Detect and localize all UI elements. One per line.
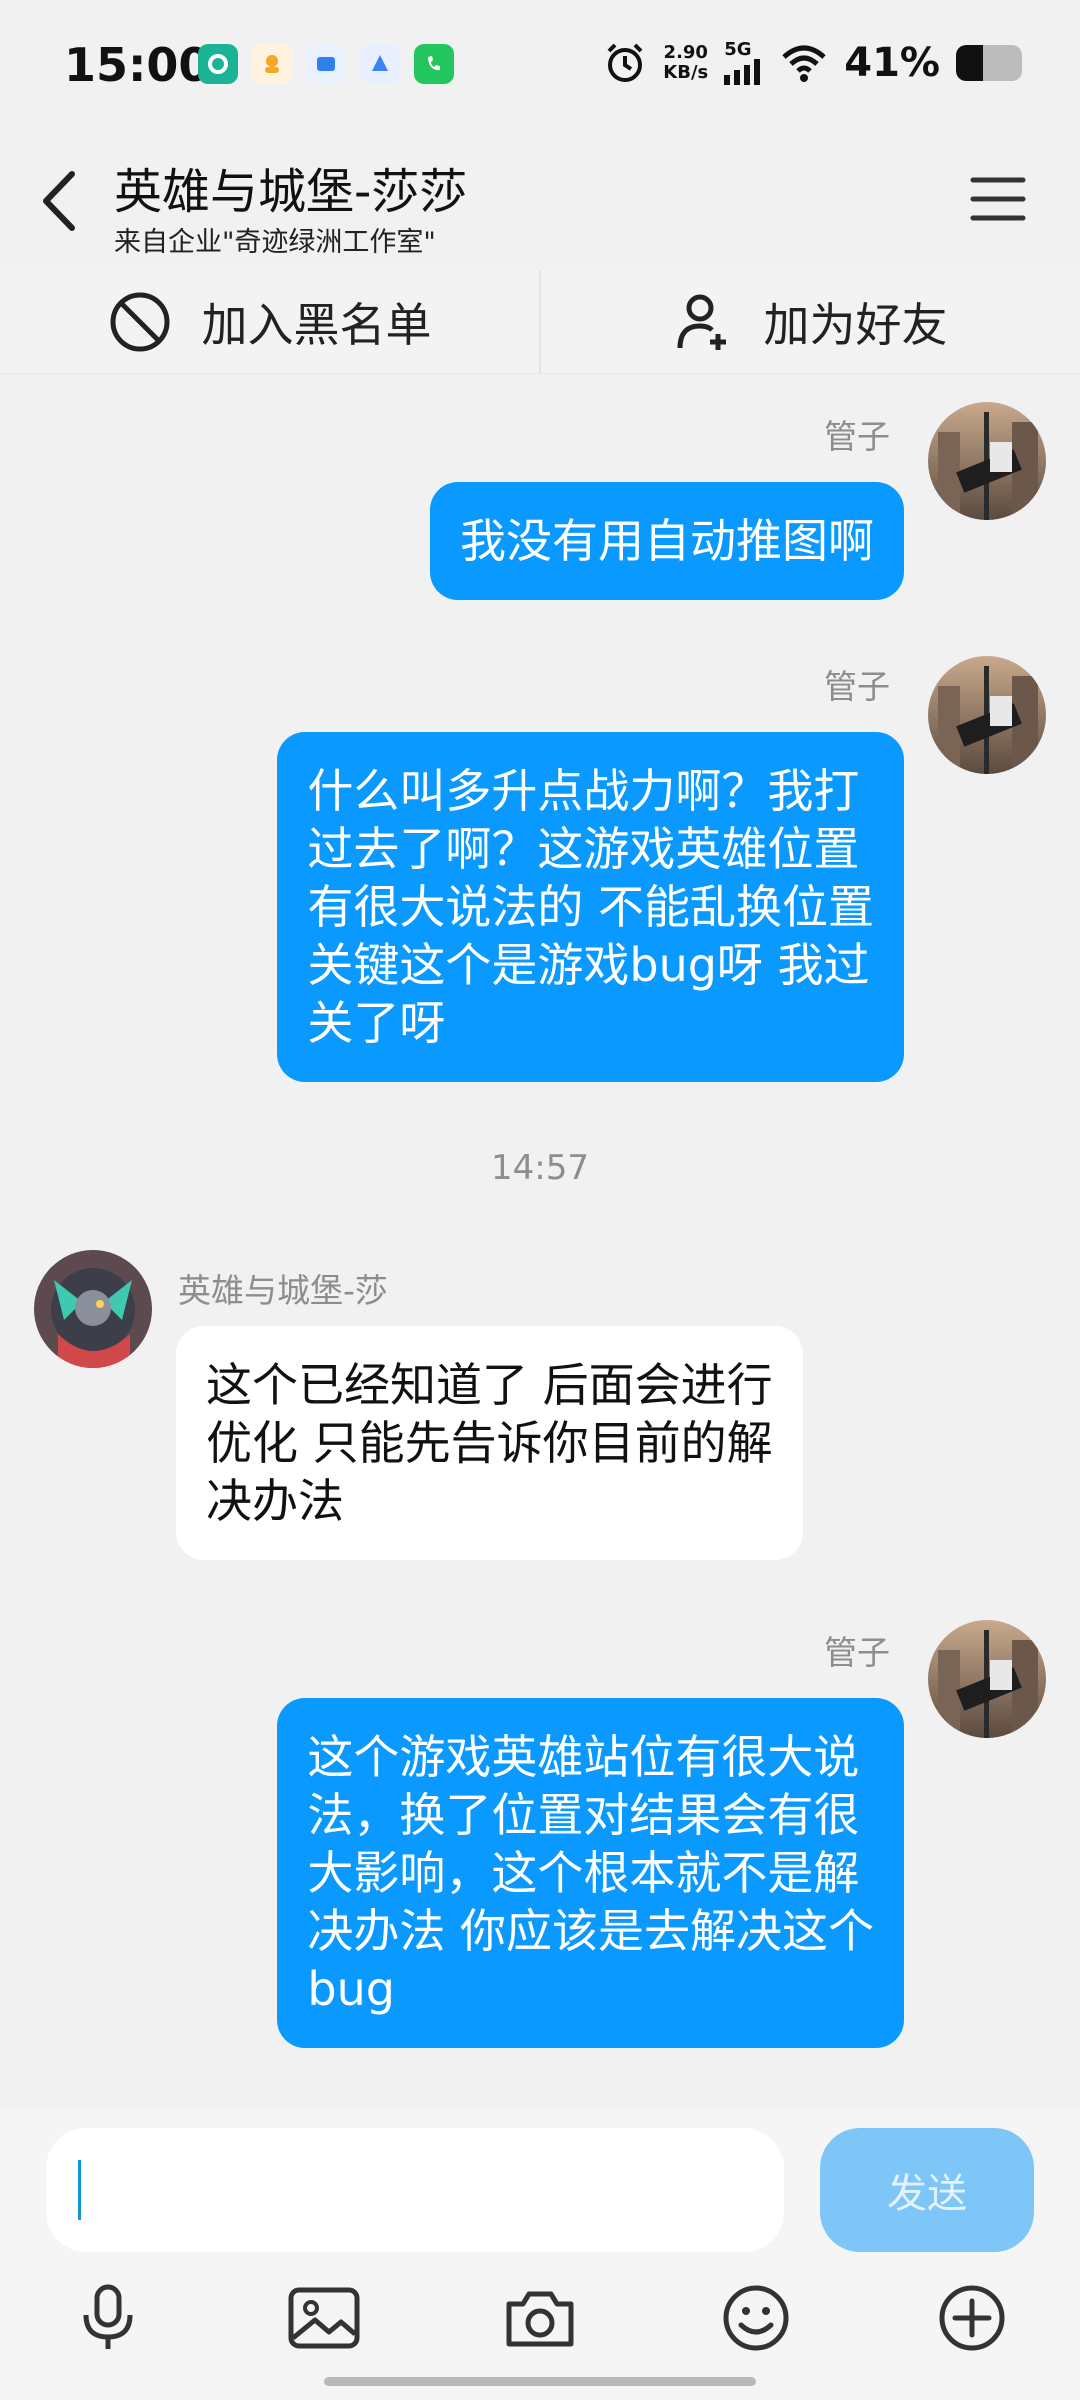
camera-button[interactable] [500,2278,580,2358]
status-time: 15:00 [64,38,211,92]
chat-title: 英雄与城堡-莎莎 [114,164,468,220]
status-right-group: 2.90 KB/s 5G 41% [603,40,1022,86]
home-indicator[interactable] [324,2377,756,2386]
app-notification-icon [360,44,400,84]
block-label: 加入黑名单 [201,297,432,352]
image-button[interactable] [284,2278,364,2358]
menu-button[interactable] [970,174,1026,224]
net-speed: 2.90 KB/s [663,43,708,83]
app-notification-icon [252,44,292,84]
back-button[interactable] [36,166,86,236]
message-input[interactable] [46,2128,784,2252]
microphone-icon [83,2284,133,2349]
camera-icon [506,2291,574,2347]
plus-circle-icon [939,2285,1005,2351]
wifi-icon [782,45,826,82]
message-bubble-outgoing[interactable]: 什么叫多升点战力啊？我打 过去了啊？这游戏英雄位置 有很大说法的 不能乱换位置 … [277,732,904,1082]
avatar[interactable] [928,656,1046,774]
message-bubble-outgoing[interactable]: 这个游戏英雄站位有很大说 法，换了位置对结果会有很 大影响，这个根本就不是解 决… [277,1698,904,2048]
battery-icon [956,45,1022,81]
battery-percent: 41% [844,40,940,86]
add-user-icon [677,294,726,350]
message-bubble-outgoing[interactable]: 我没有用自动推图啊 [430,482,904,600]
message-timestamp: 14:57 [491,1148,589,1188]
composer: 发送 [0,2108,1080,2400]
add-friend-label: 加为好友 [763,297,948,352]
message-bubble-incoming[interactable]: 这个已经知道了 后面会进行 优化 只能先告诉你目前的解 决办法 [176,1326,803,1560]
composer-toolbar [0,2278,1080,2368]
more-button[interactable] [932,2278,1012,2358]
avatar[interactable] [928,402,1046,520]
message-list[interactable]: 管子 我没有用自动推图啊 管子 什么叫多升点战力啊？我打 过去了啊？这游戏英雄位… [0,374,1080,2108]
cellular-signal: 5G [724,41,764,85]
app-notification-icon [198,44,238,84]
net-speed-value: 2.90 [663,42,708,63]
text-caret [78,2160,81,2220]
chat-header: 英雄与城堡-莎莎 来自企业"奇迹绿洲工作室" [0,130,1080,270]
voice-button[interactable] [68,2278,148,2358]
alarm-icon [607,43,643,82]
status-bar: 15:00 2.90 KB/s 5G 41% [0,0,1080,130]
sender-name: 管子 [824,417,890,456]
image-icon [288,2287,360,2349]
add-friend-button[interactable]: 加为好友 [541,270,1080,373]
ban-icon [110,292,169,351]
block-button[interactable]: 加入黑名单 [0,270,539,373]
notification-icons [198,44,454,84]
net-speed-unit: KB/s [663,62,709,83]
hamburger-menu-icon [970,177,1026,221]
emoji-button[interactable] [716,2278,796,2358]
sender-name: 管子 [824,667,890,706]
send-button[interactable]: 发送 [820,2128,1034,2252]
chevron-left-icon [43,171,75,231]
app-notification-icon [306,44,346,84]
chat-subtitle: 来自企业"奇迹绿洲工作室" [114,227,436,258]
sender-name: 英雄与城堡-莎 [178,1271,388,1310]
avatar[interactable] [928,1620,1046,1738]
emoji-icon [723,2285,789,2351]
network-type: 5G [724,39,752,60]
avatar[interactable] [34,1250,152,1368]
battery-fill [956,45,984,81]
signal-bars-icon [724,59,761,85]
contact-actions-bar: 加入黑名单 加为好友 [0,270,1080,374]
app-notification-icon [414,44,454,84]
sender-name: 管子 [824,1633,890,1672]
